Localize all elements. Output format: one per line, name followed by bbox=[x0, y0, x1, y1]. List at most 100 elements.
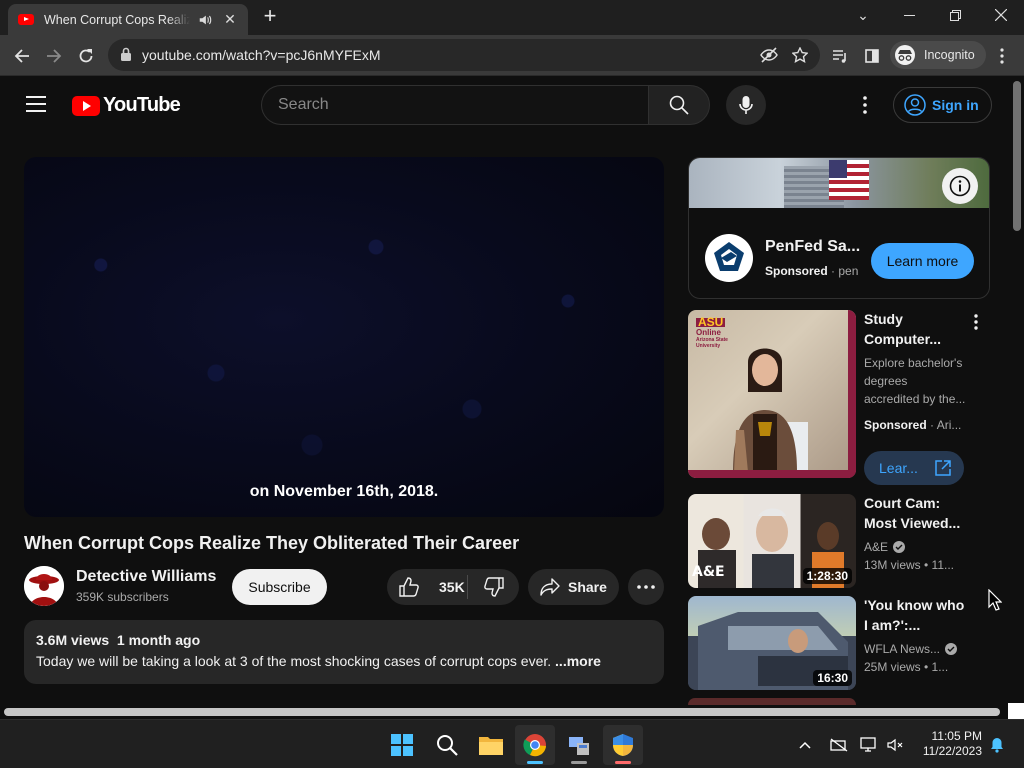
video-title-line2[interactable]: Most Viewed... bbox=[864, 513, 960, 533]
verified-check-icon bbox=[893, 541, 906, 553]
close-window-icon[interactable] bbox=[978, 0, 1024, 30]
horizontal-scrollbar[interactable] bbox=[0, 705, 1010, 719]
share-arrow-icon bbox=[540, 578, 560, 596]
ad-domain: pen bbox=[838, 264, 859, 278]
video-channel-line[interactable]: WFLA News... bbox=[864, 640, 958, 658]
channel-avatar[interactable] bbox=[24, 566, 64, 606]
promo-title-line2[interactable]: Computer... bbox=[864, 329, 941, 349]
running-app-indicator bbox=[615, 761, 631, 764]
sign-in-label: Sign in bbox=[932, 97, 979, 113]
video-thumbnail[interactable]: 16:30 bbox=[688, 596, 856, 690]
forward-arrow-icon[interactable] bbox=[40, 42, 68, 70]
windows-taskbar: 11:05 PM 11/22/2023 bbox=[0, 719, 1024, 768]
views-and-date: 3.6M views 1 month ago bbox=[36, 632, 201, 648]
restore-window-icon[interactable] bbox=[932, 0, 978, 30]
ae-watermark: A&E bbox=[692, 564, 725, 580]
promo-thumbnail[interactable]: ASU Online Arizona State University bbox=[688, 310, 856, 478]
video-thumbnail[interactable]: A&E 1:28:30 bbox=[688, 494, 856, 588]
description-box[interactable]: 3.6M views 1 month ago Today we will be … bbox=[24, 620, 664, 684]
video-channel-name: A&E bbox=[864, 540, 889, 554]
shield-icon bbox=[613, 734, 633, 756]
settings-kebab-icon[interactable] bbox=[857, 96, 873, 119]
minimize-window-icon[interactable] bbox=[886, 0, 932, 30]
folder-icon bbox=[479, 737, 503, 755]
horizontal-scroll-thumb[interactable] bbox=[4, 708, 1000, 716]
next-video-thumbnail-partial[interactable] bbox=[688, 698, 856, 705]
video-channel-name: WFLA News... bbox=[864, 642, 941, 656]
third-party-cookies-blocked-eye-icon[interactable] bbox=[760, 47, 778, 63]
channel-name[interactable]: Detective Williams bbox=[76, 568, 216, 586]
ad-learn-more-button[interactable]: Learn more bbox=[871, 243, 974, 279]
video-player[interactable]: on November 16th, 2018. bbox=[24, 157, 664, 517]
back-arrow-icon[interactable] bbox=[8, 42, 36, 70]
thumbs-up-icon bbox=[399, 577, 419, 597]
chrome-icon bbox=[523, 734, 546, 757]
show-more-link[interactable]: ...more bbox=[555, 653, 601, 669]
tab-audio-playing-icon[interactable] bbox=[198, 13, 212, 27]
network-disconnected-icon[interactable] bbox=[830, 736, 848, 754]
address-bar[interactable]: youtube.com/watch?v=pcJ6nMYFExM bbox=[108, 39, 820, 71]
ad-sponsored-line: Sponsored · pen bbox=[765, 264, 859, 278]
mouse-pointer-icon bbox=[988, 589, 1002, 611]
like-button[interactable]: 35K bbox=[387, 569, 467, 605]
bookmark-star-icon[interactable] bbox=[792, 47, 808, 63]
video-title-line1[interactable]: 'You know who bbox=[864, 595, 964, 615]
scrollbar-corner bbox=[1008, 703, 1024, 719]
share-button[interactable]: Share bbox=[528, 569, 619, 605]
chrome-menu-kebab-icon[interactable] bbox=[988, 42, 1016, 70]
account-circle-icon bbox=[904, 94, 926, 116]
media-controls-icon[interactable] bbox=[826, 42, 854, 70]
search-input[interactable] bbox=[278, 95, 628, 115]
reload-icon[interactable] bbox=[72, 42, 100, 70]
dislike-button[interactable] bbox=[469, 569, 519, 605]
promo-more-kebab-icon[interactable] bbox=[966, 312, 986, 332]
video-title-line2[interactable]: I am?':... bbox=[864, 615, 920, 635]
youtube-logo-icon bbox=[72, 95, 100, 116]
chrome-taskbar-button[interactable] bbox=[515, 725, 555, 765]
like-divider bbox=[467, 575, 468, 599]
promo-frame-border bbox=[688, 310, 856, 478]
voice-search-button[interactable] bbox=[726, 85, 766, 125]
tab-search-chevron-icon[interactable]: ⌄ bbox=[840, 0, 886, 30]
file-explorer-button[interactable] bbox=[471, 725, 511, 765]
search-button[interactable] bbox=[648, 85, 710, 125]
side-panel-icon[interactable] bbox=[858, 42, 886, 70]
new-tab-button[interactable]: + bbox=[259, 5, 281, 28]
ad-advertiser-name: PenFed Sa... bbox=[765, 238, 861, 255]
tab-close-icon[interactable]: ✕ bbox=[222, 11, 238, 28]
sponsored-ad-card[interactable]: PenFed Sa... Sponsored · pen Learn more bbox=[688, 157, 990, 299]
tab-title: When Corrupt Cops Realize They Obliterat… bbox=[44, 12, 190, 27]
ad-info-button[interactable] bbox=[942, 168, 978, 204]
promo-learn-more-button[interactable]: Lear... bbox=[864, 451, 964, 485]
notification-bell-icon[interactable] bbox=[988, 736, 1006, 754]
clock-date: 11/22/2023 bbox=[922, 744, 982, 758]
more-actions-button[interactable] bbox=[628, 569, 664, 605]
vertical-scroll-thumb[interactable] bbox=[1013, 81, 1021, 231]
system-clock[interactable]: 11:05 PM 11/22/2023 bbox=[912, 729, 982, 759]
video-channel-line[interactable]: A&E bbox=[864, 538, 906, 556]
promo-title-line1[interactable]: Study bbox=[864, 309, 903, 329]
browser-tab[interactable]: When Corrupt Cops Realize They Obliterat… bbox=[8, 4, 248, 35]
start-button[interactable] bbox=[382, 725, 422, 765]
system-app-taskbar-button[interactable] bbox=[559, 725, 599, 765]
security-app-taskbar-button[interactable] bbox=[603, 725, 643, 765]
video-title-line1[interactable]: Court Cam: bbox=[864, 493, 940, 513]
vertical-scrollbar[interactable] bbox=[1010, 77, 1024, 705]
sign-in-button[interactable]: Sign in bbox=[893, 87, 992, 123]
like-dislike-group: 35K bbox=[387, 569, 519, 605]
taskbar-search-button[interactable] bbox=[427, 725, 467, 765]
thumbs-down-icon bbox=[484, 577, 504, 597]
promo-sponsored-line: Sponsored · Ari... bbox=[864, 418, 962, 432]
display-icon[interactable] bbox=[860, 736, 878, 754]
volume-muted-icon[interactable] bbox=[886, 736, 904, 754]
lock-icon[interactable] bbox=[120, 47, 132, 61]
youtube-logo[interactable]: YouTube bbox=[72, 94, 181, 117]
promo-desc-line2: degrees bbox=[864, 374, 908, 388]
promo-desc-line3: accredited by the... bbox=[864, 392, 966, 406]
search-box[interactable] bbox=[261, 85, 649, 125]
show-hidden-icons-chevron-icon[interactable] bbox=[796, 736, 814, 754]
hamburger-menu-icon[interactable] bbox=[25, 95, 47, 118]
subscribe-button[interactable]: Subscribe bbox=[232, 569, 327, 605]
youtube-favicon-icon bbox=[18, 14, 34, 25]
incognito-indicator[interactable]: Incognito bbox=[890, 41, 986, 69]
